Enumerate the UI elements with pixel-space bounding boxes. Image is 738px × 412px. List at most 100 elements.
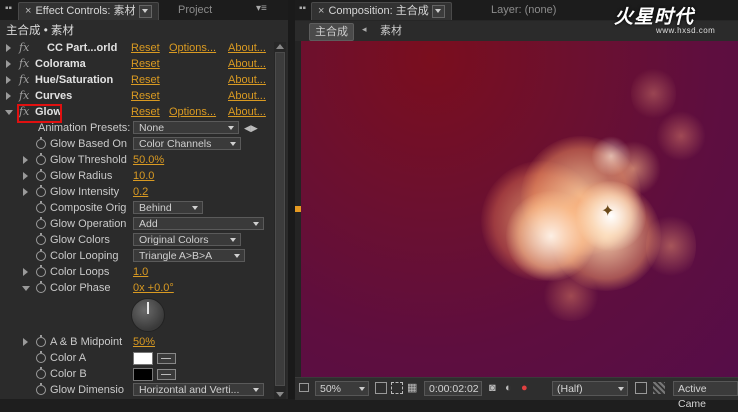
- color-phase-value[interactable]: 0x +0.0°: [133, 280, 174, 296]
- color-phase-dial[interactable]: [131, 298, 165, 332]
- stopwatch-icon[interactable]: [36, 367, 46, 379]
- anchor-point-icon[interactable]: ✦: [601, 204, 614, 220]
- stopwatch-icon[interactable]: [36, 351, 46, 363]
- animation-presets-select[interactable]: None: [133, 121, 239, 134]
- about-link[interactable]: About...: [228, 72, 266, 88]
- resolution-select[interactable]: (Half): [552, 381, 628, 396]
- stopwatch-icon[interactable]: [36, 137, 46, 149]
- safe-zones-icon[interactable]: [391, 382, 403, 394]
- close-icon[interactable]: ×: [318, 5, 324, 17]
- expand-triangle-icon[interactable]: [23, 188, 28, 196]
- glow-dimensions-select[interactable]: Horizontal and Verti...: [133, 383, 264, 396]
- transparency-grid-icon[interactable]: [653, 382, 665, 394]
- panel-divider[interactable]: [288, 0, 295, 399]
- color-loops-value[interactable]: 1.0: [133, 264, 148, 280]
- tab-project[interactable]: Project: [172, 2, 218, 19]
- composite-orig-select[interactable]: Behind: [133, 201, 203, 214]
- stopwatch-icon[interactable]: [36, 201, 46, 213]
- expand-triangle-icon[interactable]: [6, 44, 11, 52]
- fx-icon[interactable]: fx: [19, 88, 29, 104]
- effect-row-colorama[interactable]: fx Colorama Reset About...: [0, 56, 272, 72]
- reset-link[interactable]: Reset: [131, 88, 160, 104]
- options-link[interactable]: Options...: [169, 40, 216, 56]
- camera-snapshot-icon[interactable]: ◙: [489, 382, 501, 394]
- fx-icon[interactable]: fx: [19, 72, 29, 88]
- tab-composition[interactable]: × Composition: 主合成: [311, 2, 452, 20]
- expand-triangle-icon[interactable]: [6, 92, 11, 100]
- effect-name[interactable]: Hue/Saturation: [35, 72, 113, 88]
- timecode-field[interactable]: 0:00:02:02: [424, 381, 482, 396]
- effect-row-hue-saturation[interactable]: fx Hue/Saturation Reset About...: [0, 72, 272, 88]
- ab-midpoint-value[interactable]: 50%: [133, 334, 155, 350]
- collapse-triangle-icon[interactable]: [5, 110, 13, 115]
- preset-nav-icon[interactable]: ◀▶: [244, 120, 258, 136]
- composition-viewer[interactable]: ✦: [295, 41, 738, 377]
- panel-options-icon[interactable]: ▾≡: [256, 3, 267, 14]
- active-camera-select[interactable]: Active Came: [673, 381, 738, 410]
- scroll-up-icon[interactable]: [276, 44, 284, 49]
- chevron-down-icon[interactable]: [431, 4, 445, 18]
- expand-triangle-icon[interactable]: [6, 60, 11, 68]
- expand-triangle-icon[interactable]: [23, 268, 28, 276]
- reset-link[interactable]: Reset: [131, 104, 160, 120]
- glow-operation-select[interactable]: Add: [133, 217, 264, 230]
- chevron-down-icon[interactable]: [138, 4, 152, 18]
- expand-triangle-icon[interactable]: [6, 76, 11, 84]
- glow-threshold-value[interactable]: 50.0%: [133, 152, 164, 168]
- options-link[interactable]: Options...: [169, 104, 216, 120]
- color-b-swatch[interactable]: [133, 368, 153, 381]
- stopwatch-icon[interactable]: [36, 249, 46, 261]
- composition-canvas[interactable]: ✦: [301, 41, 738, 377]
- scrollbar-thumb[interactable]: [275, 52, 285, 386]
- fx-icon[interactable]: fx: [19, 56, 29, 72]
- scroll-down-icon[interactable]: [276, 392, 284, 397]
- show-snapshot-icon[interactable]: ◐: [505, 382, 517, 394]
- comp-tab-main[interactable]: 主合成: [309, 23, 354, 41]
- grid-icon[interactable]: ▦: [407, 382, 419, 394]
- always-preview-icon[interactable]: [299, 383, 309, 392]
- about-link[interactable]: About...: [228, 104, 266, 120]
- effect-row-curves[interactable]: fx Curves Reset About...: [0, 88, 272, 104]
- stopwatch-icon[interactable]: [36, 335, 46, 347]
- stopwatch-icon[interactable]: [36, 281, 46, 293]
- channel-icon[interactable]: ●: [521, 382, 533, 394]
- stopwatch-icon[interactable]: [36, 265, 46, 277]
- expand-triangle-icon[interactable]: [23, 156, 28, 164]
- effect-row-cc-particle-world[interactable]: fx CC Part...orld Reset Options... About…: [0, 40, 272, 56]
- reset-link[interactable]: Reset: [131, 56, 160, 72]
- reset-link[interactable]: Reset: [131, 72, 160, 88]
- glow-intensity-value[interactable]: 0.2: [133, 184, 148, 200]
- panel-menu-icon[interactable]: ▪▪: [299, 3, 306, 14]
- effect-name[interactable]: CC Part...orld: [47, 40, 117, 56]
- about-link[interactable]: About...: [228, 40, 266, 56]
- region-of-interest-icon[interactable]: [635, 382, 647, 394]
- stopwatch-icon[interactable]: [36, 153, 46, 165]
- stopwatch-icon[interactable]: [36, 383, 46, 395]
- expand-triangle-icon[interactable]: [23, 172, 28, 180]
- comp-tab-material[interactable]: 素材: [375, 23, 407, 39]
- stopwatch-icon[interactable]: [36, 185, 46, 197]
- stopwatch-icon[interactable]: [36, 217, 46, 229]
- about-link[interactable]: About...: [228, 56, 266, 72]
- effect-name[interactable]: Curves: [35, 88, 72, 104]
- stopwatch-icon[interactable]: [36, 169, 46, 181]
- glow-colors-select[interactable]: Original Colors: [133, 233, 241, 246]
- eyedropper-icon[interactable]: [157, 353, 176, 364]
- close-icon[interactable]: ×: [25, 5, 31, 17]
- fx-icon[interactable]: fx: [19, 40, 29, 56]
- effect-name[interactable]: Colorama: [35, 56, 86, 72]
- eyedropper-icon[interactable]: [157, 369, 176, 380]
- fit-icon[interactable]: [375, 382, 387, 394]
- stopwatch-icon[interactable]: [36, 233, 46, 245]
- panel-menu-icon[interactable]: ▪▪: [5, 3, 12, 14]
- collapse-triangle-icon[interactable]: [22, 286, 30, 291]
- glow-radius-value[interactable]: 10.0: [133, 168, 154, 184]
- tab-layer[interactable]: Layer: (none): [485, 2, 562, 19]
- zoom-select[interactable]: 50%: [315, 381, 369, 396]
- reset-link[interactable]: Reset: [131, 40, 160, 56]
- glow-based-on-select[interactable]: Color Channels: [133, 137, 241, 150]
- color-looping-select[interactable]: Triangle A>B>A: [133, 249, 245, 262]
- tab-effect-controls[interactable]: × Effect Controls: 素材: [18, 2, 159, 20]
- about-link[interactable]: About...: [228, 88, 266, 104]
- expand-triangle-icon[interactable]: [23, 338, 28, 346]
